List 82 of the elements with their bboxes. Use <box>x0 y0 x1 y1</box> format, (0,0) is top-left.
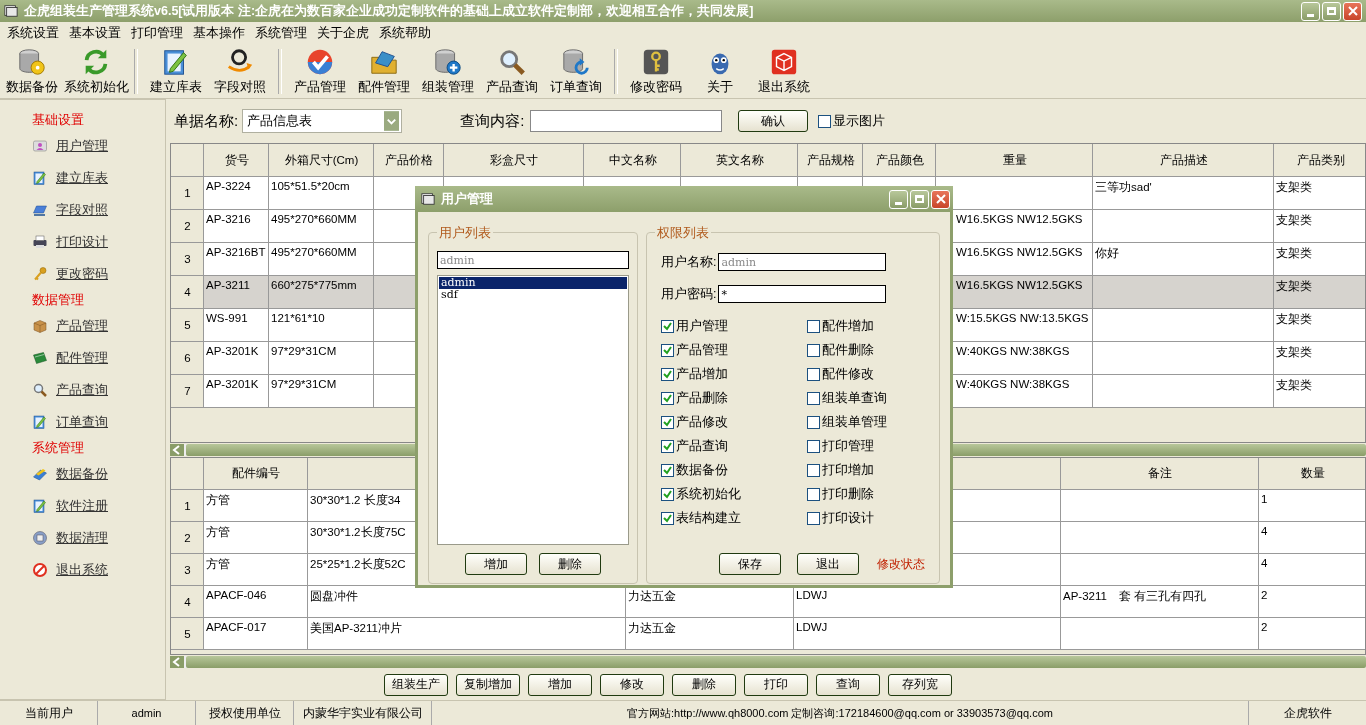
table-cell: 支架类 <box>1274 309 1365 342</box>
table-cell: AP-3201K <box>204 342 269 375</box>
status-field: 企虎软件 <box>1249 701 1366 725</box>
row-number: 4 <box>171 586 204 618</box>
checkbox-label: 配件增加 <box>822 317 874 335</box>
status-field: 内蒙华宇实业有限公司 <box>294 701 432 725</box>
table-cell: 你好 <box>1093 243 1274 276</box>
query-content-label: 查询内容: <box>460 111 525 131</box>
table-cell: 方管 <box>204 490 308 522</box>
row-number: 3 <box>171 554 204 586</box>
table-cell: 支架类 <box>1274 342 1365 375</box>
table-cell: 方管 <box>204 522 308 554</box>
table-cell: 力达五金 <box>626 618 794 650</box>
table-cell: AP-3211 <box>204 276 269 309</box>
field-label: 用户名称: <box>661 253 717 271</box>
window-title: 企虎组装生产管理系统v6.5[试用版本 注:企虎在为数百家企业成功定制软件的基础上成立软件定制部，欢迎相互合作，共同发展] <box>24 2 754 20</box>
sidebar-group-title: 数据管理 <box>32 291 85 309</box>
table-cell: 121*61*10 <box>269 309 374 342</box>
table-cell: 三等功sad' <box>1093 177 1274 210</box>
checkbox-label: 数据备份 <box>676 461 728 479</box>
table-cell: 支架类 <box>1274 177 1365 210</box>
table-cell: 2 <box>1259 618 1365 650</box>
row-number: 2 <box>171 522 204 554</box>
checkbox-label: 打印删除 <box>822 485 874 503</box>
table-cell: 97*29*31CM <box>269 375 374 408</box>
table-cell: 105*51.5*20cm <box>269 177 374 210</box>
status-field: 官方网站:http://www.qh8000.com 定制咨询:172184600@qq.com or 33903573@qq.com <box>432 701 1249 725</box>
table-cell: 美国AP-3211冲片 <box>308 618 626 650</box>
status-field: admin <box>98 701 196 725</box>
sidebar-group-title: 基础设置 <box>32 111 85 129</box>
table-cell: 660*275*775mm <box>269 276 374 309</box>
table-cell: 力达五金 <box>626 586 794 618</box>
checkbox-label: 组装单查询 <box>822 389 887 407</box>
checkbox-label: 产品增加 <box>676 365 728 383</box>
sidebar-group-title: 系统管理 <box>32 439 85 457</box>
table-cell: 495*270*660MM <box>269 210 374 243</box>
group-box-title: 权限列表 <box>655 224 711 242</box>
checkbox-label: 系统初始化 <box>676 485 741 503</box>
table-cell: AP-3201K <box>204 375 269 408</box>
checkbox-label: 打印增加 <box>822 461 874 479</box>
table-cell: AP-3224 <box>204 177 269 210</box>
table-cell: 圆盘冲件 <box>308 586 626 618</box>
table-cell: 支架类 <box>1274 210 1365 243</box>
table-cell: 方管 <box>204 554 308 586</box>
row-number: 5 <box>171 618 204 650</box>
checkbox-label: 产品查询 <box>676 437 728 455</box>
status-field: 授权使用单位 <box>196 701 294 725</box>
table-cell: 495*270*660MM <box>269 243 374 276</box>
table-cell: 97*29*31CM <box>269 342 374 375</box>
checkbox-label: 产品修改 <box>676 413 728 431</box>
checkbox-label: 显示图片 <box>833 112 886 130</box>
table-cell: AP-3216BT <box>204 243 269 276</box>
field-label: 用户密码: <box>661 285 717 303</box>
checkbox-label: 配件删除 <box>822 341 874 359</box>
table-cell: LDWJ <box>794 618 1061 650</box>
dialog-title: 用户管理 <box>441 190 493 208</box>
table-cell: APACF-046 <box>204 586 308 618</box>
table-cell: 支架类 <box>1274 276 1365 309</box>
table-cell: 2 <box>1259 586 1365 618</box>
table-cell: 支架类 <box>1274 375 1365 408</box>
checkbox-label: 组装单管理 <box>822 413 887 431</box>
checkbox-label: 打印设计 <box>822 509 874 527</box>
checkbox-label: 打印管理 <box>822 437 874 455</box>
table-cell: APACF-017 <box>204 618 308 650</box>
table-cell: 支架类 <box>1274 243 1365 276</box>
table-cell: AP-3211 套 有三孔有四孔 <box>1061 586 1259 618</box>
checkbox-label: 产品删除 <box>676 389 728 407</box>
table-cell: 4 <box>1259 554 1365 586</box>
table-cell: WS-991 <box>204 309 269 342</box>
checkbox-label: 表结构建立 <box>676 509 741 527</box>
row-number: 1 <box>171 490 204 522</box>
table-cell: 4 <box>1259 522 1365 554</box>
document-name-label: 单据名称: <box>174 111 239 131</box>
checkbox-label: 配件修改 <box>822 365 874 383</box>
status-text: 修改状态 <box>877 555 925 573</box>
table-cell: AP-3216 <box>204 210 269 243</box>
group-box-title: 用户列表 <box>437 224 493 242</box>
table-cell: 1 <box>1259 490 1365 522</box>
status-field: 当前用户 <box>0 701 98 725</box>
checkbox-label: 用户管理 <box>676 317 728 335</box>
table-cell: LDWJ <box>794 586 1061 618</box>
checkbox-label: 产品管理 <box>676 341 728 359</box>
